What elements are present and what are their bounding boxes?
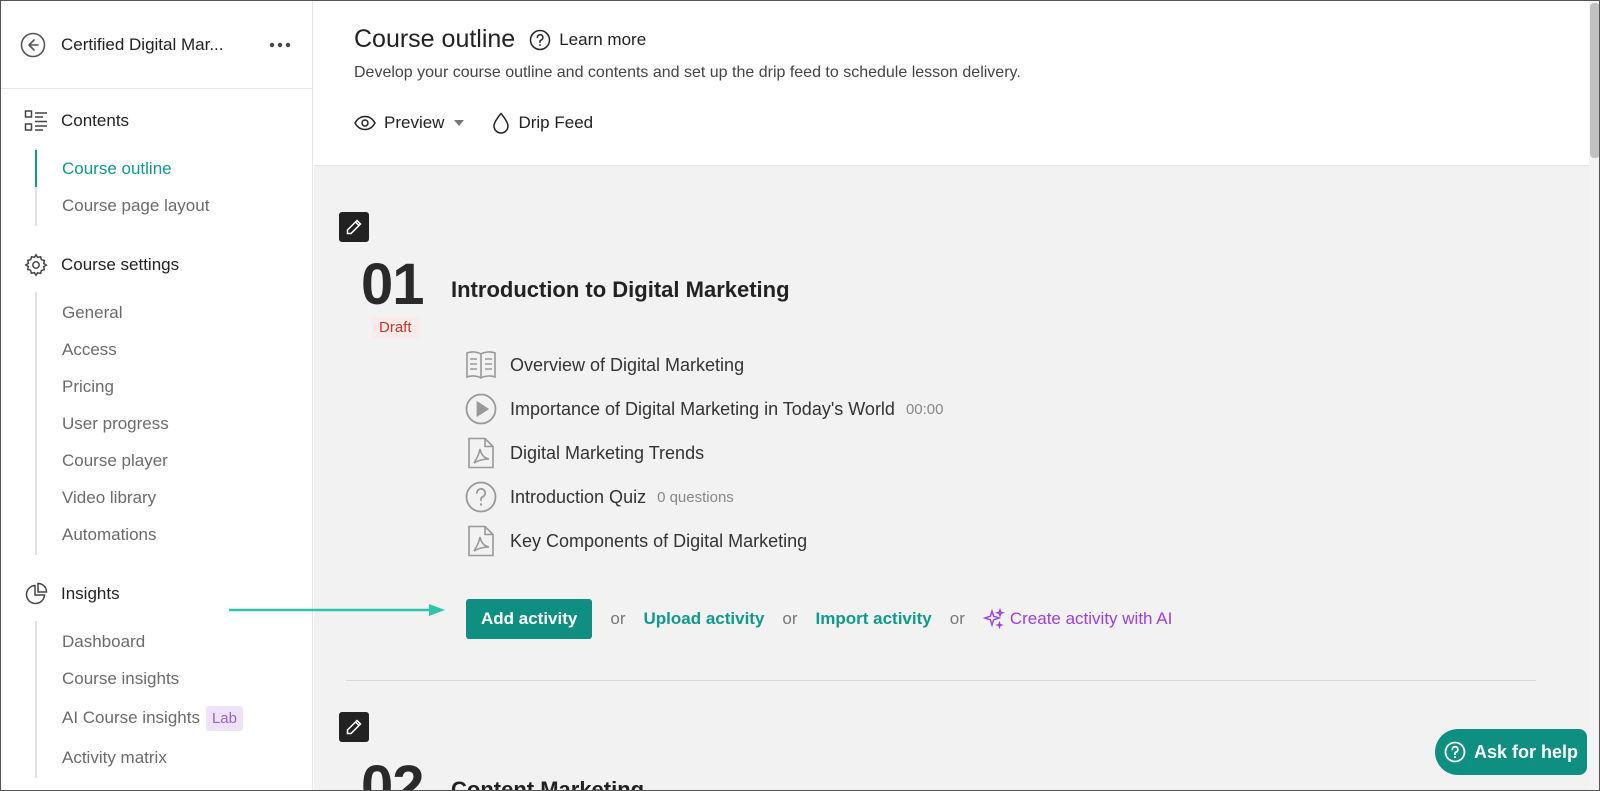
activity-label: Importance of Digital Marketing in Today… <box>510 398 895 419</box>
sidebar-item-pricing[interactable]: Pricing <box>37 368 312 405</box>
activity-row[interactable]: Introduction Quiz 0 questions <box>464 479 734 515</box>
help-circle-icon <box>1444 741 1466 763</box>
pdf-icon <box>464 524 498 558</box>
pencil-icon <box>346 719 362 735</box>
ask-for-help-button[interactable]: Ask for help <box>1435 729 1587 775</box>
annotation-arrow <box>229 604 445 616</box>
sidebar-item-course-page-layout[interactable]: Course page layout <box>37 187 312 224</box>
edit-module-button[interactable] <box>339 212 369 242</box>
page-title: Course outline <box>354 25 516 53</box>
activity-row[interactable]: Key Components of Digital Marketing <box>464 523 807 559</box>
add-activity-row: Add activity or Upload activity or Impor… <box>466 599 1172 639</box>
sidebar-item-video-library[interactable]: Video library <box>37 479 312 516</box>
sidebar-header: Certified Digital Mar... <box>1 1 312 89</box>
module-title[interactable]: Introduction to Digital Marketing <box>451 277 790 303</box>
import-activity-link[interactable]: Import activity <box>816 609 932 629</box>
sidebar-item-course-outline[interactable]: Course outline <box>35 150 312 187</box>
more-options-icon[interactable] <box>266 35 294 55</box>
preview-dropdown[interactable]: Preview <box>354 113 465 133</box>
activity-row[interactable]: Digital Marketing Trends <box>464 435 704 471</box>
course-title: Certified Digital Mar... <box>61 34 224 54</box>
activity-label: Digital Marketing Trends <box>510 442 705 463</box>
sidebar-section-contents[interactable]: Contents <box>1 104 312 138</box>
preview-label: Preview <box>384 113 445 132</box>
main-area: Course outline Learn more Develop your c… <box>314 1 1599 791</box>
app-window: Certified Digital Mar... Contents Course… <box>0 0 1600 791</box>
back-arrow-icon[interactable] <box>19 31 47 59</box>
activity-question-count: 0 questions <box>657 488 734 506</box>
video-play-icon <box>464 392 498 426</box>
activity-duration: 00:00 <box>905 400 944 418</box>
section-label: Insights <box>61 584 120 603</box>
ebook-icon <box>464 348 498 382</box>
drip-feed-label: Drip Feed <box>518 113 594 132</box>
lab-badge: Lab <box>205 705 243 731</box>
activity-label: Key Components of Digital Marketing <box>510 530 808 551</box>
drip-feed-button[interactable]: Drip Feed <box>492 112 593 134</box>
upload-activity-link[interactable]: Upload activity <box>643 609 764 629</box>
list-icon <box>23 108 49 134</box>
module-divider <box>346 680 1536 681</box>
eye-icon <box>354 115 376 131</box>
or-separator: or <box>610 609 626 628</box>
activity-label: Overview of Digital Marketing <box>510 354 745 375</box>
pencil-icon <box>346 219 362 235</box>
sparkle-icon <box>982 608 1005 630</box>
quiz-icon <box>464 480 498 514</box>
help-label: Ask for help <box>1473 741 1579 762</box>
or-separator: or <box>782 609 798 628</box>
activity-row[interactable]: Overview of Digital Marketing <box>464 347 744 383</box>
contents-list: Course outline Course page layout <box>35 148 312 226</box>
status-badge: Draft <box>372 317 419 338</box>
or-separator: or <box>949 609 965 628</box>
module-title[interactable]: Content Marketing <box>451 777 644 790</box>
sidebar-item-general[interactable]: General <box>37 294 312 331</box>
sidebar-item-user-progress[interactable]: User progress <box>37 405 312 442</box>
insights-list: Dashboard Course insights AI Course insi… <box>35 621 312 778</box>
sidebar-section-course-settings[interactable]: Course settings <box>1 248 312 282</box>
scrollbar-thumb[interactable] <box>1590 3 1599 158</box>
sidebar-item-course-insights[interactable]: Course insights <box>37 660 312 697</box>
sidebar: Certified Digital Mar... Contents Course… <box>1 1 313 790</box>
create-activity-ai-link[interactable]: Create activity with AI <box>982 608 1173 630</box>
settings-list: General Access Pricing User progress Cou… <box>35 292 312 555</box>
course-outline-content: 01 Draft Introduction to Digital Marketi… <box>314 167 1584 791</box>
activity-label: Introduction Quiz <box>510 486 647 507</box>
sidebar-item-automations[interactable]: Automations <box>37 516 312 553</box>
droplet-icon <box>492 112 510 134</box>
gear-icon <box>23 252 49 278</box>
pdf-icon <box>464 436 498 470</box>
page-header: Course outline Learn more Develop your c… <box>314 1 1599 166</box>
scrollbar[interactable] <box>1589 1 1599 790</box>
pie-chart-icon <box>23 581 49 607</box>
edit-module-button[interactable] <box>339 712 369 742</box>
learn-more-label: Learn more <box>559 29 647 49</box>
sidebar-item-label: AI Course insights <box>62 708 200 727</box>
help-circle-icon <box>529 29 551 50</box>
sidebar-item-ai-course-insights[interactable]: AI Course insights Lab <box>37 697 312 739</box>
sidebar-item-access[interactable]: Access <box>37 331 312 368</box>
learn-more-link[interactable]: Learn more <box>529 29 646 51</box>
section-label: Course settings <box>61 255 180 274</box>
add-activity-button[interactable]: Add activity <box>466 599 593 639</box>
section-label: Contents <box>61 111 130 130</box>
sidebar-item-activity-matrix[interactable]: Activity matrix <box>37 739 312 776</box>
caret-down-icon <box>454 120 465 126</box>
module-number: 02 <box>361 754 425 791</box>
module-number: 01 <box>361 252 425 317</box>
page-subtitle: Develop your course outline and contents… <box>354 64 1021 81</box>
create-ai-label: Create activity with AI <box>1009 609 1173 628</box>
activity-row[interactable]: Importance of Digital Marketing in Today… <box>464 391 944 427</box>
sidebar-item-course-player[interactable]: Course player <box>37 442 312 479</box>
sidebar-item-dashboard[interactable]: Dashboard <box>37 623 312 660</box>
